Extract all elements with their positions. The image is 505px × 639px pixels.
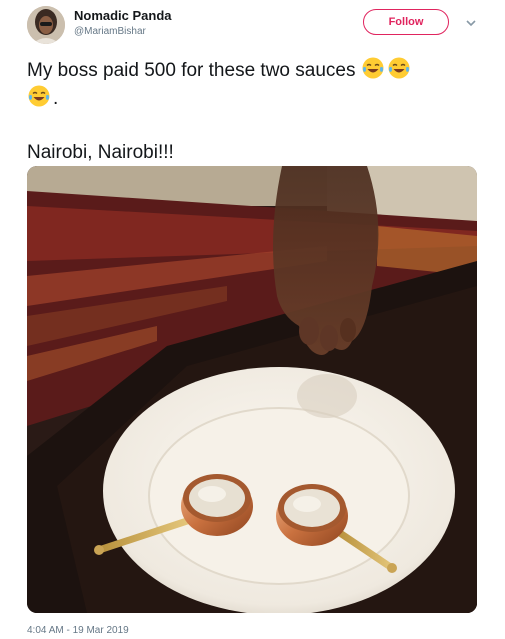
tweet-line-2-suffix: . <box>53 88 59 109</box>
avatar[interactable] <box>27 6 65 44</box>
face-with-tears-of-joy-icon <box>362 57 384 79</box>
face-with-tears-of-joy-icon <box>388 57 410 79</box>
chevron-down-icon[interactable] <box>465 16 477 28</box>
tweet-text: My boss paid 500 for these two sauces . <box>27 56 487 166</box>
face-with-tears-of-joy-icon <box>28 85 50 107</box>
tweet-line-3: Nairobi, Nairobi!!! <box>27 142 174 163</box>
follow-button[interactable]: Follow <box>363 9 449 35</box>
display-name[interactable]: Nomadic Panda <box>74 8 172 24</box>
tweet-timestamp[interactable]: 4:04 AM - 19 Mar 2019 <box>27 625 129 636</box>
tweet-header: Nomadic Panda @MariamBishar Follow <box>27 6 483 46</box>
user-handle[interactable]: @MariamBishar <box>74 25 172 39</box>
tweet-photo[interactable] <box>27 166 477 613</box>
tweet-line-1: My boss paid 500 for these two sauces <box>27 60 356 81</box>
